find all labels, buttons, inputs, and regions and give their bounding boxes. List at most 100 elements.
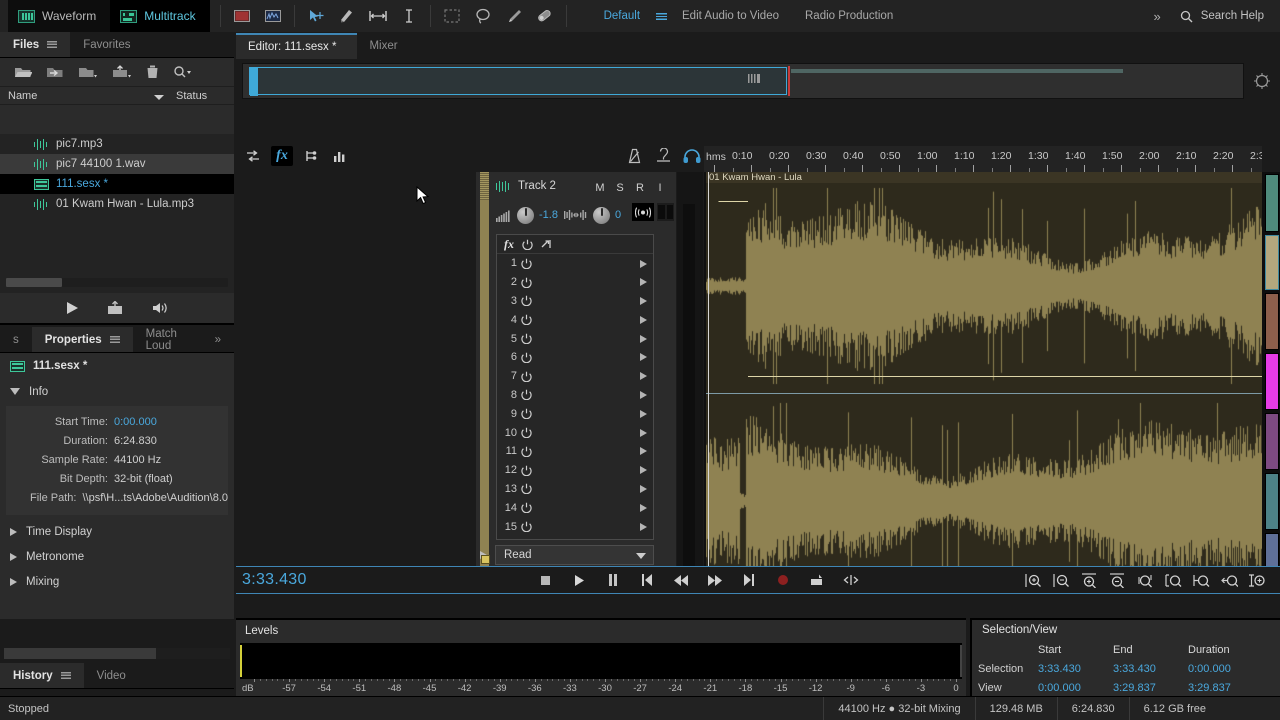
fx-slot[interactable]: 2 bbox=[497, 273, 653, 292]
volume-envelope-line[interactable] bbox=[718, 201, 748, 377]
info-value[interactable]: 0:00.000 bbox=[114, 416, 157, 428]
rewind-button[interactable] bbox=[672, 571, 690, 589]
play-icon[interactable] bbox=[65, 301, 79, 315]
razor-tool-icon[interactable] bbox=[336, 6, 358, 26]
color-swatch[interactable] bbox=[1265, 174, 1279, 232]
power-icon[interactable] bbox=[521, 352, 532, 363]
fx-slot-menu-icon[interactable] bbox=[640, 522, 647, 531]
fast-forward-button[interactable] bbox=[706, 571, 724, 589]
move-playhead-to-previous-button[interactable] bbox=[638, 571, 656, 589]
track-waveform-area[interactable]: 01 Kwam Hwan - Lula bbox=[704, 172, 1262, 568]
current-time-display[interactable]: 3:33.430 bbox=[242, 571, 307, 589]
power-icon[interactable] bbox=[521, 371, 532, 382]
properties-tabs-overflow-icon[interactable]: » bbox=[202, 327, 234, 352]
zoom-in-at-cursor-button[interactable] bbox=[1248, 571, 1266, 589]
zoom-in-time-button[interactable] bbox=[1080, 571, 1098, 589]
sends-toggle-icon[interactable] bbox=[300, 146, 322, 166]
sort-descending-icon[interactable] bbox=[154, 94, 164, 100]
column-status[interactable]: Status bbox=[172, 90, 207, 102]
power-icon[interactable] bbox=[521, 446, 532, 457]
fx-slot[interactable]: 3 bbox=[497, 292, 653, 311]
tab-waveform[interactable]: Waveform bbox=[8, 0, 110, 32]
tab-editor[interactable]: Editor: 111.sesx * bbox=[236, 33, 358, 59]
list-item-selected[interactable]: 111.sesx * bbox=[0, 174, 234, 194]
fx-slot-menu-icon[interactable] bbox=[640, 334, 647, 343]
fx-slot[interactable]: 5 bbox=[497, 329, 653, 348]
lasso-selection-tool-icon[interactable] bbox=[472, 6, 494, 26]
fx-slot[interactable]: 7 bbox=[497, 367, 653, 386]
fx-slot[interactable]: 6 bbox=[497, 348, 653, 367]
eq-toggle-icon[interactable] bbox=[329, 146, 351, 166]
fx-slot-menu-icon[interactable] bbox=[640, 503, 647, 512]
export-file-icon[interactable] bbox=[112, 65, 132, 79]
track-color-strip[interactable] bbox=[480, 172, 489, 568]
playhead[interactable] bbox=[708, 172, 709, 568]
video-preview-icon[interactable] bbox=[231, 6, 253, 26]
tab-partial-left[interactable]: s bbox=[0, 327, 32, 352]
audio-clip[interactable]: 01 Kwam Hwan - Lula bbox=[706, 172, 1262, 568]
power-icon[interactable] bbox=[521, 408, 532, 420]
view-duration-value[interactable]: 3:29.837 bbox=[1188, 682, 1263, 694]
color-swatch-selected[interactable] bbox=[1265, 235, 1279, 290]
fx-slot-menu-icon[interactable] bbox=[640, 466, 647, 475]
fx-slot[interactable]: 16 bbox=[497, 536, 653, 539]
tab-history[interactable]: History bbox=[0, 663, 84, 688]
levels-meter[interactable] bbox=[240, 643, 962, 679]
files-horizontal-scrollbar[interactable] bbox=[6, 278, 228, 287]
mix-toggle-icon[interactable] bbox=[242, 146, 264, 166]
overflow-chevron-icon[interactable]: » bbox=[1145, 9, 1166, 24]
volume-envelope-tail[interactable] bbox=[748, 376, 1262, 377]
color-swatch[interactable] bbox=[1265, 473, 1279, 530]
zoom-to-selection-out-button[interactable] bbox=[1192, 571, 1210, 589]
color-swatch[interactable] bbox=[1265, 413, 1279, 470]
zoom-navigator[interactable] bbox=[242, 63, 1244, 99]
metronome-icon[interactable] bbox=[626, 146, 644, 166]
stop-button[interactable] bbox=[536, 571, 554, 589]
fx-slot-menu-icon[interactable] bbox=[640, 297, 647, 306]
skip-selection-button[interactable] bbox=[842, 571, 860, 589]
selection-duration-value[interactable]: 0:00.000 bbox=[1188, 663, 1263, 675]
navigator-view-range[interactable] bbox=[249, 67, 787, 96]
files-list[interactable]: pic7.mp3 pic7 44100 1.wav 111.sesx * 01 … bbox=[0, 134, 234, 293]
fx-slot[interactable]: 12 bbox=[497, 461, 653, 480]
marquee-selection-tool-icon[interactable] bbox=[441, 6, 463, 26]
record-button[interactable] bbox=[774, 571, 792, 589]
automation-mode-select[interactable]: Read bbox=[495, 545, 654, 565]
power-icon[interactable] bbox=[521, 521, 532, 533]
insert-into-multitrack-icon[interactable] bbox=[107, 301, 123, 315]
power-icon[interactable] bbox=[521, 483, 532, 495]
color-swatch[interactable] bbox=[1265, 293, 1279, 350]
import-file-icon[interactable] bbox=[46, 65, 64, 79]
fx-slot-menu-icon[interactable] bbox=[640, 353, 647, 362]
tab-match-loudness[interactable]: Match Loud bbox=[133, 327, 202, 352]
files-panel-menu-icon[interactable] bbox=[47, 41, 58, 48]
power-icon[interactable] bbox=[521, 295, 532, 307]
navigator-options-icon[interactable] bbox=[1248, 66, 1276, 96]
workspace-radio-production[interactable]: Radio Production bbox=[792, 0, 906, 32]
zoom-in-amplitude-button[interactable] bbox=[1024, 571, 1042, 589]
color-swatch[interactable] bbox=[1265, 353, 1279, 410]
power-icon[interactable] bbox=[521, 427, 532, 439]
fx-slot[interactable]: 15 bbox=[497, 517, 653, 536]
pause-button[interactable] bbox=[604, 571, 622, 589]
fx-slot[interactable]: 13 bbox=[497, 480, 653, 499]
search-help-box[interactable]: Search Help bbox=[1174, 5, 1274, 27]
spot-healing-brush-icon[interactable] bbox=[534, 6, 556, 26]
track-color-swatch[interactable] bbox=[481, 555, 490, 564]
input-monitor-icon[interactable] bbox=[632, 203, 654, 221]
fx-slot-menu-icon[interactable] bbox=[640, 278, 647, 287]
pre-post-fader-icon[interactable] bbox=[541, 238, 553, 250]
track-record-arm-button[interactable]: R bbox=[630, 180, 650, 195]
monitor-input-icon[interactable] bbox=[683, 146, 701, 166]
fx-slot-menu-icon[interactable] bbox=[640, 428, 647, 437]
levels-clip-indicator[interactable] bbox=[960, 645, 962, 677]
section-mixing[interactable]: Mixing bbox=[0, 569, 234, 594]
fx-slot-menu-icon[interactable] bbox=[640, 391, 647, 400]
tab-favorites[interactable]: Favorites bbox=[70, 32, 143, 57]
tab-files[interactable]: Files bbox=[0, 32, 71, 57]
section-metronome[interactable]: Metronome bbox=[0, 544, 234, 569]
track-mute-button[interactable]: M bbox=[590, 180, 610, 195]
tab-multitrack[interactable]: Multitrack bbox=[110, 0, 210, 32]
fx-slot[interactable]: 10 bbox=[497, 423, 653, 442]
section-time-display[interactable]: Time Display bbox=[0, 519, 234, 544]
